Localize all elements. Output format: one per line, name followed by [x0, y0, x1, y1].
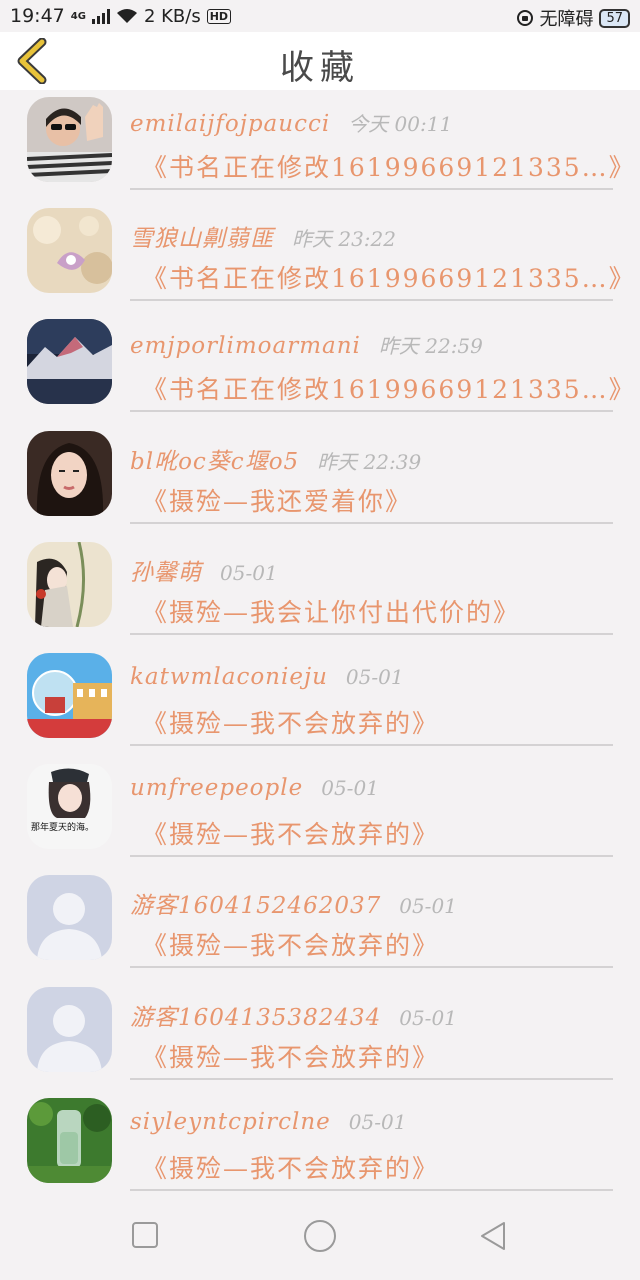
- avatar[interactable]: [27, 208, 112, 294]
- book-title[interactable]: 《书名正在修改16199669121335…》: [142, 148, 636, 184]
- timestamp: 05-01: [399, 1005, 457, 1030]
- avatar[interactable]: [27, 1097, 112, 1183]
- username: 孙馨萌: [130, 559, 202, 586]
- avatar[interactable]: [27, 97, 112, 182]
- network-speed: 2 KB/s: [143, 5, 201, 27]
- system-nav-bar: [0, 1192, 640, 1280]
- book-title[interactable]: 《摄殓—我不会放弃的》: [142, 815, 439, 851]
- wifi-icon: [116, 9, 137, 23]
- avatar[interactable]: [27, 652, 112, 738]
- username: 雪狼山劓蒻匪: [130, 226, 274, 253]
- timestamp: 05-01: [348, 1109, 407, 1134]
- accessibility-label: 无障碍: [539, 9, 594, 30]
- triangle-back-icon: [481, 1222, 505, 1250]
- list-item[interactable]: 游客1604135382434 05-01 《摄殓—我不会放弃的》: [0, 980, 640, 1091]
- avatar[interactable]: [27, 875, 112, 961]
- avatar[interactable]: [27, 319, 112, 405]
- divider: [130, 1188, 613, 1191]
- home-button[interactable]: [302, 1218, 338, 1258]
- timestamp: 05-01: [220, 560, 278, 585]
- timestamp: 05-01: [399, 894, 457, 919]
- divider: [130, 855, 613, 858]
- book-title[interactable]: 《摄殓—我会让你付出代价的》: [142, 593, 520, 629]
- username: siyleyntcpirclne: [130, 1108, 331, 1135]
- username: bl吪oc葵c堰o5: [130, 448, 300, 475]
- page-title: 收藏: [280, 48, 360, 88]
- divider: [130, 299, 613, 302]
- list-item[interactable]: emjporlimoarmani 昨天 22:59 《书名正在修改1619966…: [0, 312, 640, 423]
- book-title[interactable]: 《摄殓—我还爱着你》: [142, 482, 412, 518]
- book-title[interactable]: 《摄殓—我不会放弃的》: [142, 704, 439, 740]
- avatar[interactable]: 那年夏天的海。: [27, 764, 112, 850]
- username: umfreepeople: [130, 775, 304, 802]
- favorites-list: emilaijfojpaucci 今天 00:11 《书名正在修改1619966…: [0, 90, 640, 1202]
- divider: [130, 188, 613, 190]
- username: emjporlimoarmani: [130, 333, 361, 360]
- divider: [130, 632, 613, 635]
- timestamp: 昨天 22:59: [378, 334, 483, 359]
- divider: [130, 410, 613, 413]
- timestamp: 05-01: [321, 776, 379, 801]
- avatar[interactable]: [27, 986, 112, 1072]
- hd-badge: HD: [206, 8, 232, 24]
- system-back-button[interactable]: [478, 1220, 510, 1256]
- book-title[interactable]: 《摄殓—我不会放弃的》: [142, 1149, 439, 1185]
- avatar[interactable]: [27, 430, 112, 516]
- timestamp: 昨天 23:22: [292, 227, 396, 252]
- list-item[interactable]: emilaijfojpaucci 今天 00:11 《书名正在修改1619966…: [0, 90, 640, 201]
- list-item[interactable]: 游客1604152462037 05-01 《摄殓—我不会放弃的》: [0, 868, 640, 979]
- username: katwmlaconieju: [130, 663, 328, 690]
- network-type: 4G: [70, 10, 86, 22]
- timestamp: 今天 00:11: [348, 112, 453, 136]
- accessibility-lock-icon: [517, 10, 534, 26]
- divider: [130, 743, 613, 746]
- list-item[interactable]: 孙馨萌 05-01 《摄殓—我会让你付出代价的》: [0, 535, 640, 646]
- book-title[interactable]: 《书名正在修改16199669121335…》: [142, 259, 636, 295]
- default-avatar-icon: [27, 986, 112, 1072]
- divider: [130, 966, 613, 969]
- battery-indicator: 57: [599, 8, 630, 28]
- divider: [130, 1077, 613, 1080]
- timestamp: 05-01: [345, 664, 404, 689]
- list-item[interactable]: 那年夏天的海。 umfreepeople 05-01 《摄殓—我不会放弃的》: [0, 757, 640, 868]
- status-bar: 19:47 4G 2 KB/s HD 无障碍 57: [0, 0, 640, 32]
- app-header: 收藏: [0, 32, 640, 90]
- username: 游客1604135382434: [130, 1004, 382, 1031]
- book-title[interactable]: 《摄殓—我不会放弃的》: [142, 1038, 439, 1074]
- book-title[interactable]: 《摄殓—我不会放弃的》: [142, 926, 439, 962]
- signal-icon: [91, 8, 110, 24]
- avatar-caption: 那年夏天的海。: [31, 821, 94, 833]
- recent-apps-button[interactable]: [130, 1220, 160, 1254]
- timestamp: 昨天 22:39: [317, 449, 422, 474]
- username: emilaijfojpaucci: [130, 111, 331, 137]
- square-icon: [132, 1222, 158, 1248]
- status-time: 19:47: [10, 5, 65, 27]
- circle-icon: [304, 1220, 336, 1252]
- default-avatar-icon: [27, 875, 112, 961]
- username: 游客1604152462037: [130, 893, 382, 920]
- list-item[interactable]: siyleyntcpirclne 05-01 《摄殓—我不会放弃的》: [0, 1091, 640, 1202]
- divider: [130, 521, 613, 524]
- list-item[interactable]: katwmlaconieju 05-01 《摄殓—我不会放弃的》: [0, 646, 640, 757]
- list-item[interactable]: 雪狼山劓蒻匪 昨天 23:22 《书名正在修改16199669121335…》: [0, 201, 640, 312]
- avatar[interactable]: [27, 541, 112, 627]
- list-item[interactable]: bl吪oc葵c堰o5 昨天 22:39 《摄殓—我还爱着你》: [0, 424, 640, 535]
- book-title[interactable]: 《书名正在修改16199669121335…》: [142, 370, 636, 406]
